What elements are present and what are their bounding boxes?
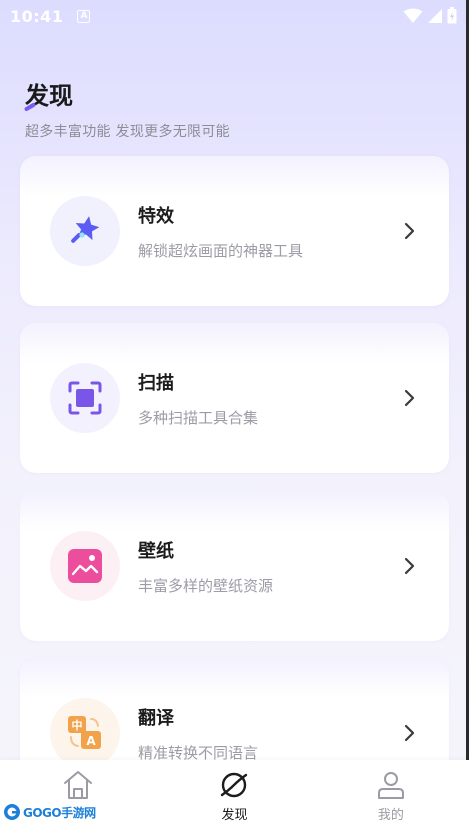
card-scan[interactable]: 扫描 多种扫描工具合集 [20,323,449,473]
card-wallpaper[interactable]: 壁纸 丰富多样的壁纸资源 [20,491,449,641]
page-header: 发现 超多丰富功能 发现更多无限可能 [23,76,230,141]
card-description: 解锁超炫画面的神器工具 [138,241,304,260]
discover-icon [221,772,248,798]
chevron-right-icon [404,389,415,407]
status-bar: 10:41 A [0,0,469,32]
home-icon [64,771,93,799]
card-scan-text: 扫描 多种扫描工具合集 [138,369,403,428]
signal-icon [428,8,442,23]
card-translate-icon-bg: 中 A [50,698,120,768]
magic-star-icon [71,216,100,243]
card-title: 壁纸 [138,540,174,562]
nav-item-discover[interactable]: 发现 [156,760,312,833]
nav-label-profile: 我的 [377,808,404,823]
svg-text:中: 中 [72,718,83,732]
card-description: 多种扫描工具合集 [138,408,259,427]
chevron-right-icon [404,222,415,240]
card-effects[interactable]: 特效 解锁超炫画面的神器工具 [20,156,449,306]
profile-icon [377,772,404,799]
card-wallpaper-icon-bg [50,531,120,601]
card-title: 翻译 [138,707,174,729]
card-effects-text: 特效 解锁超炫画面的神器工具 [138,202,403,261]
card-effects-icon-bg [50,196,120,266]
battery-icon [447,7,457,24]
wallpaper-image-icon [68,549,102,583]
chevron-right-icon [404,724,415,742]
translate-icon: 中 A [68,716,101,749]
scan-frame-icon [68,381,102,415]
card-scan-icon-bg [50,363,120,433]
card-translate-text: 翻译 精准转换不同语言 [138,704,403,763]
card-description: 丰富多样的壁纸资源 [138,576,274,595]
chevron-right-icon [404,557,415,575]
watermark-g-icon [4,804,20,820]
card-title: 扫描 [138,372,174,394]
wifi-icon [403,8,423,23]
nav-label-discover: 发现 [221,808,248,823]
card-title: 特效 [138,205,174,227]
watermark-logo: GOGO手游网 [3,800,96,824]
notification-icon: A [77,9,91,23]
page-title: 发现 [23,82,73,112]
card-wallpaper-text: 壁纸 丰富多样的壁纸资源 [138,537,403,596]
svg-text:A: A [86,734,96,748]
nav-item-profile[interactable]: 我的 [313,760,469,833]
page-subtitle: 超多丰富功能 发现更多无限可能 [25,124,230,140]
status-icons [403,7,457,24]
status-time: 10:41 [10,6,64,26]
watermark-text: GOGO手游网 [23,805,96,820]
